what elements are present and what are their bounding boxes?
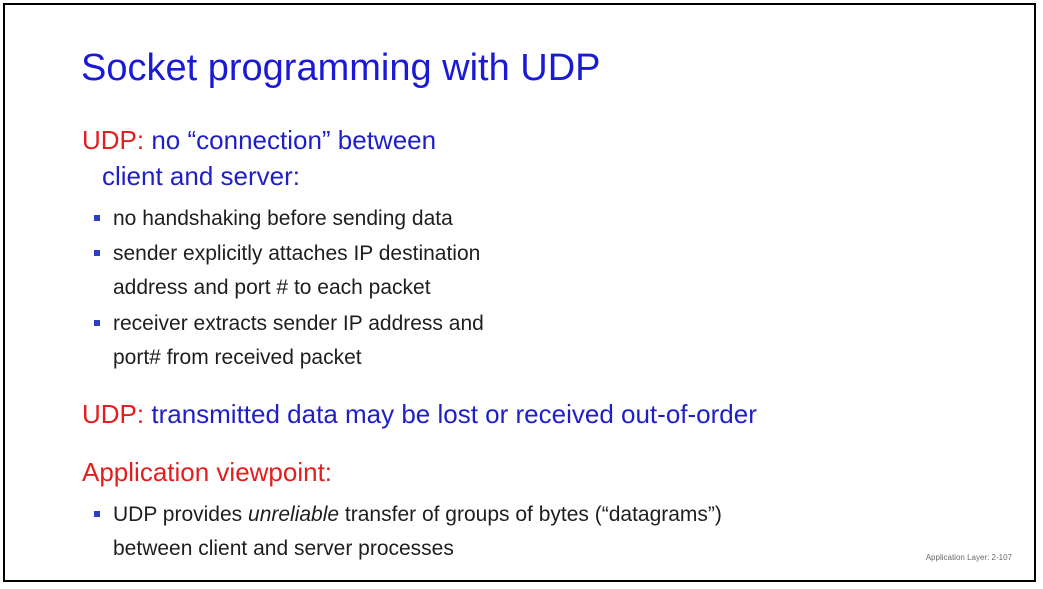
- bullet-item: sender explicitly attaches IP destinatio…: [94, 237, 481, 305]
- bullet-text: receiver extracts sender IP address and: [113, 312, 484, 335]
- bullet-text-post: transfer of groups of bytes (“datagrams”…: [339, 503, 722, 526]
- bullet-text: port# from received packet: [113, 346, 362, 369]
- udp-connection-heading-cont: client and server:: [102, 161, 300, 191]
- bullet-item: UDP provides unreliable transfer of grou…: [94, 498, 722, 566]
- loss-text: transmitted data may be lost or received…: [144, 399, 757, 429]
- udp-connection-heading: UDP: no “connection” between: [82, 125, 436, 156]
- connection-text: no “connection” between: [144, 125, 437, 155]
- bullet-text: no handshaking before sending data: [113, 207, 453, 230]
- bullet-text: UDP provides unreliable transfer of grou…: [113, 498, 722, 532]
- bullet-text: sender explicitly attaches IP destinatio…: [113, 242, 481, 265]
- bullet-item: receiver extracts sender IP address and …: [94, 307, 484, 375]
- viewpoint-label: Application viewpoint:: [82, 457, 333, 487]
- udp-label: UDP:: [82, 399, 145, 429]
- bullet-text: between client and server processes: [113, 537, 454, 560]
- bullet-text-pre: UDP provides: [113, 503, 249, 526]
- application-viewpoint-heading: Application viewpoint:: [82, 457, 332, 488]
- slide-footer: Application Layer: 2-107: [925, 553, 1012, 562]
- bullet-item: no handshaking before sending data: [94, 202, 453, 236]
- udp-label: UDP:: [82, 125, 145, 155]
- bullet-square-icon: [94, 250, 100, 256]
- slide-title: Socket programming with UDP: [81, 47, 601, 89]
- udp-loss-heading: UDP: transmitted data may be lost or rec…: [82, 399, 757, 430]
- bullet-text: address and port # to each packet: [113, 276, 431, 299]
- bullet-square-icon: [94, 511, 100, 517]
- slide: Socket programming with UDP UDP: no “con…: [3, 3, 1036, 582]
- bullet-square-icon: [94, 215, 100, 221]
- unreliable-emphasis: unreliable: [248, 503, 340, 526]
- bullet-square-icon: [94, 320, 100, 326]
